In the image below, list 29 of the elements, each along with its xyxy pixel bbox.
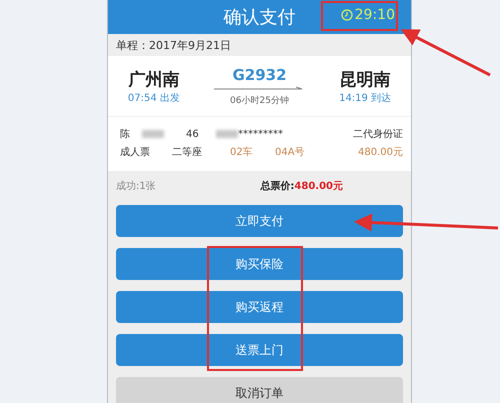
ticket-type: 成人票 (120, 146, 151, 159)
screen-title: 确认支付 (224, 6, 296, 29)
departure-time: 07:54 出发 (128, 92, 180, 104)
car-number: 02车 (230, 146, 254, 159)
action-button[interactable]: 购买返程 (116, 291, 403, 323)
ticket-price: 480.00元 (357, 146, 403, 159)
trip-duration: 06小时25分钟 (230, 94, 289, 106)
clock-icon (340, 9, 353, 21)
id-prefix: 46 (186, 128, 200, 140)
trip-date: 单程：2017年9月21日 (115, 38, 232, 54)
seat-class: 二等座 (172, 146, 203, 159)
total-label: 总票价: (260, 180, 294, 193)
action-button[interactable]: 购买保险 (116, 248, 403, 280)
passenger-name: 陈 (120, 128, 131, 141)
arrival-time: 14:19 到达 (339, 92, 392, 104)
action-button[interactable]: 立即支付 (116, 205, 403, 237)
id-number-masked: ********* (238, 128, 284, 140)
departure-station: 广州南 (128, 68, 180, 90)
id-type: 二代身份证 (352, 128, 403, 141)
blurred-text (142, 130, 164, 138)
total-price: 480.00元 (294, 180, 343, 193)
countdown-timer: 29:10 (354, 7, 395, 23)
action-button[interactable]: 送票上门 (116, 334, 403, 366)
arrival-station: 昆明南 (340, 68, 391, 90)
cancel-button[interactable]: 取消订单 (116, 377, 403, 403)
blurred-text (216, 130, 238, 138)
seat-number: 04A号 (275, 146, 306, 159)
train-number: G2932 (232, 66, 287, 84)
success-count: 成功:1张 (116, 180, 157, 193)
